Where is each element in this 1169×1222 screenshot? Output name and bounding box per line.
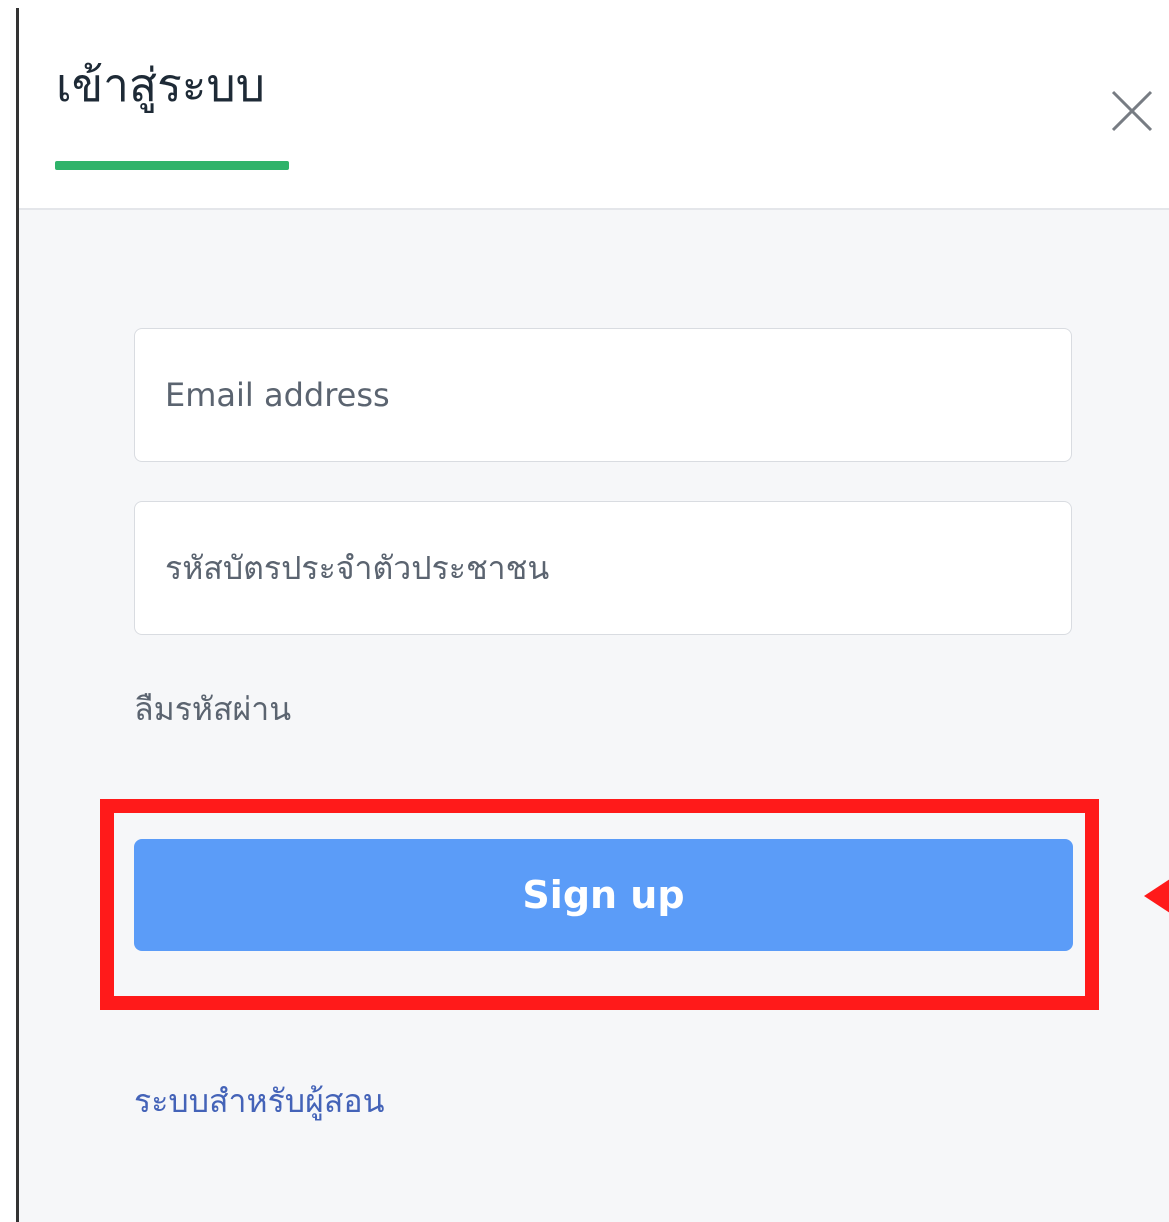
pointer-arrow-icon [1144,875,1169,917]
highlight-annotation [100,799,1099,1010]
login-panel: เข้าสู่ระบบ ลืมรหัสผ่าน Sign up ระบบสำหร… [0,0,1169,1222]
instructor-system-link[interactable]: ระบบสำหรับผู้สอน [134,1076,384,1127]
close-button[interactable] [1110,89,1154,133]
active-tab-indicator [55,161,289,170]
forgot-password-link[interactable]: ลืมรหัสผ่าน [134,684,291,735]
login-form: ลืมรหัสผ่าน Sign up ระบบสำหรับผู้สอน [19,210,1169,1222]
id-card-field[interactable] [135,502,1071,634]
email-field-wrapper [134,328,1072,462]
id-card-field-wrapper [134,501,1072,635]
tab-login[interactable]: เข้าสู่ระบบ [56,62,265,108]
close-icon [1111,90,1153,132]
panel-header: เข้าสู่ระบบ [19,0,1169,210]
email-field[interactable] [135,329,1071,461]
